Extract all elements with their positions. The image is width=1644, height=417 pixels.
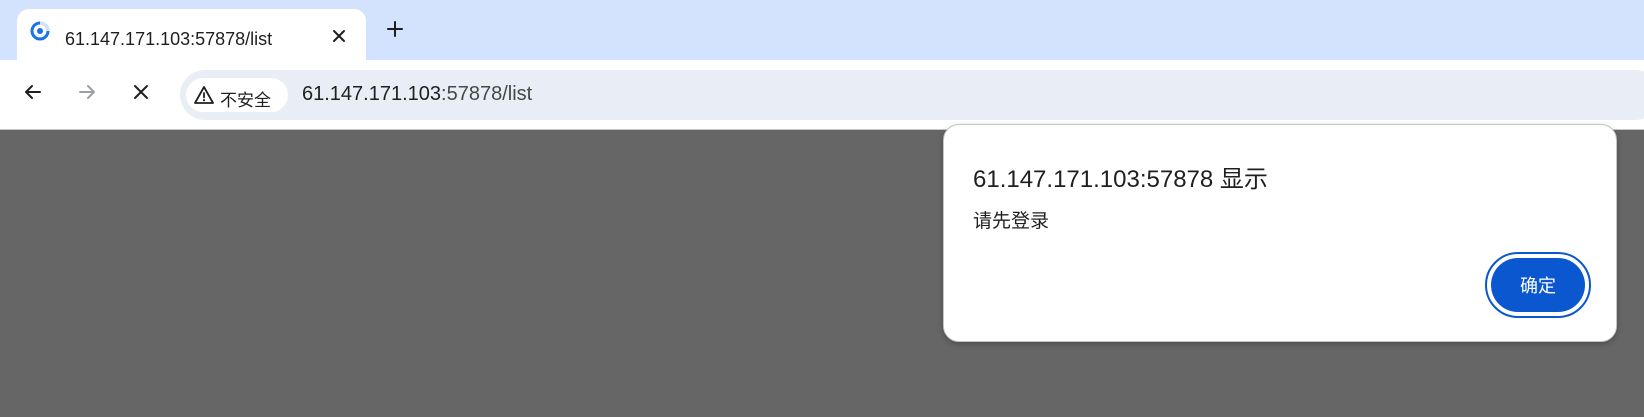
ok-button[interactable]: 确定 bbox=[1491, 258, 1585, 312]
url-text[interactable]: 61.147.171.103:57878/list bbox=[302, 83, 532, 106]
close-icon[interactable] bbox=[129, 80, 153, 104]
url-host: 61.147.171.103 bbox=[302, 83, 442, 105]
security-chip[interactable]: 不安全 bbox=[186, 78, 288, 112]
tab-strip: 61.147.171.103:57878/list bbox=[0, 0, 1644, 60]
arrow-left-icon[interactable] bbox=[21, 80, 45, 104]
warning-triangle-icon bbox=[194, 86, 214, 104]
arrow-right-icon[interactable] bbox=[75, 80, 99, 104]
url-path: :57878/list bbox=[441, 83, 533, 105]
loading-spinner-icon bbox=[30, 21, 50, 41]
close-icon[interactable] bbox=[331, 28, 347, 44]
active-tab[interactable]: 61.147.171.103:57878/list bbox=[17, 9, 366, 60]
tab-title: 61.147.171.103:57878/list bbox=[65, 29, 273, 49]
plus-icon[interactable] bbox=[383, 17, 407, 41]
security-label: 不安全 bbox=[220, 91, 271, 110]
address-bar[interactable]: 不安全 61.147.171.103:57878/list bbox=[180, 70, 1644, 120]
dialog-title: 61.147.171.103:57878 显示 bbox=[973, 166, 1268, 193]
alert-dialog: 61.147.171.103:57878 显示 请先登录 确定 bbox=[943, 124, 1617, 342]
ok-button-focus-ring: 确定 bbox=[1485, 252, 1591, 318]
dialog-message: 请先登录 bbox=[973, 211, 1050, 232]
browser-toolbar: 不安全 61.147.171.103:57878/list bbox=[0, 60, 1644, 130]
